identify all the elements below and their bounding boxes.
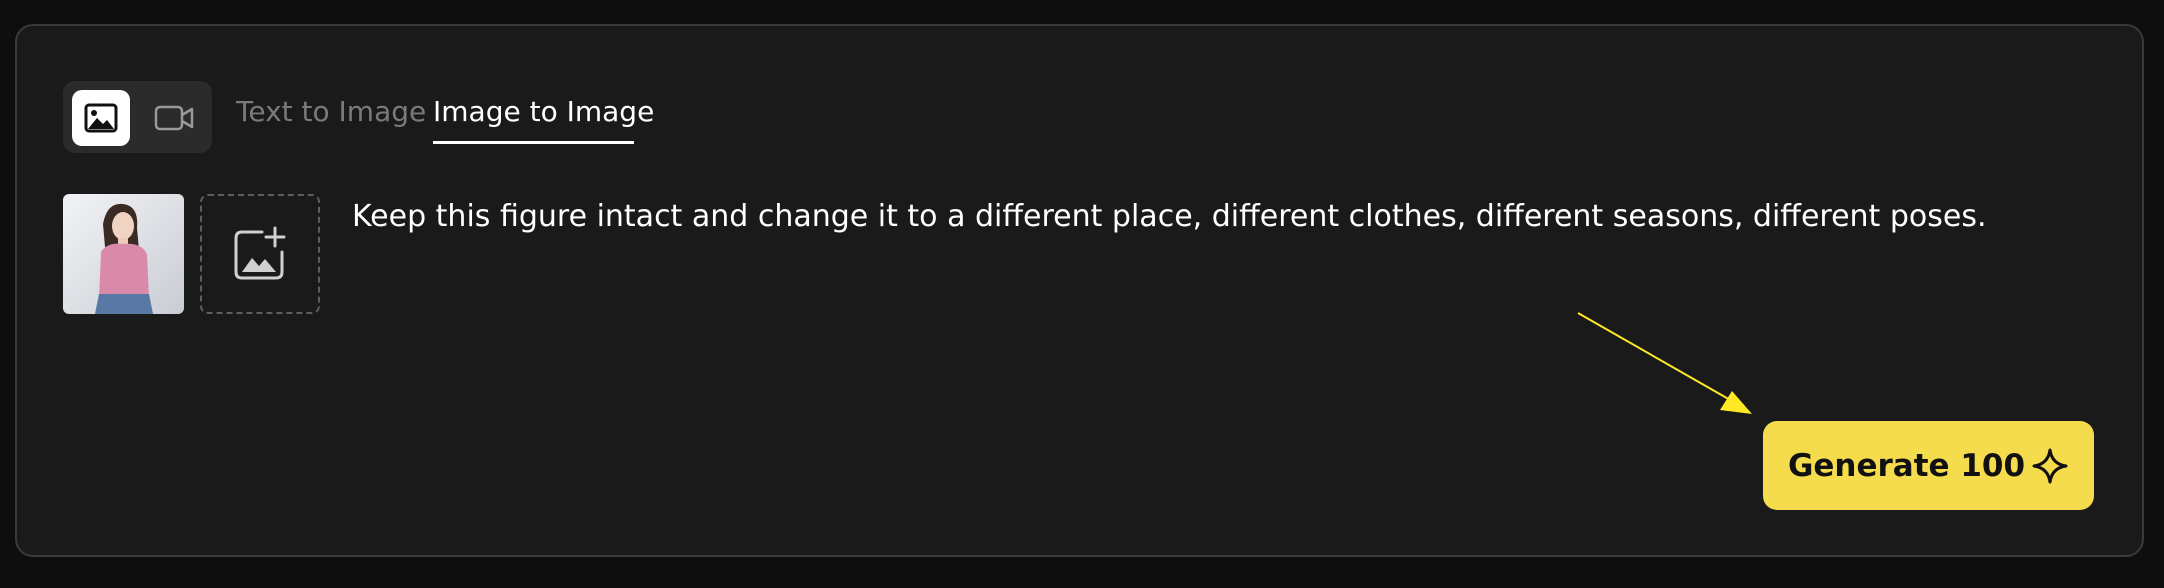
sparkle-icon [2031, 447, 2069, 485]
add-image-button[interactable] [200, 194, 320, 314]
add-image-icon [234, 226, 286, 280]
generate-button[interactable]: Generate 100 [1763, 421, 2094, 510]
tab-image-to-image[interactable]: Image to Image [433, 94, 654, 130]
video-mode-button[interactable] [145, 90, 203, 146]
tab-text-to-image[interactable]: Text to Image [236, 94, 426, 130]
video-camera-icon [154, 105, 194, 131]
portrait-photo [63, 194, 184, 314]
image-mode-button[interactable] [72, 90, 130, 146]
image-icon [84, 103, 118, 133]
active-tab-indicator [433, 141, 634, 144]
reference-image-thumbnail[interactable] [63, 194, 184, 314]
annotation-arrow [1577, 312, 1752, 414]
media-mode-toggle [63, 81, 212, 153]
prompt-text[interactable]: Keep this figure intact and change it to… [352, 196, 2092, 238]
generate-button-label: Generate 100 [1787, 447, 2026, 484]
